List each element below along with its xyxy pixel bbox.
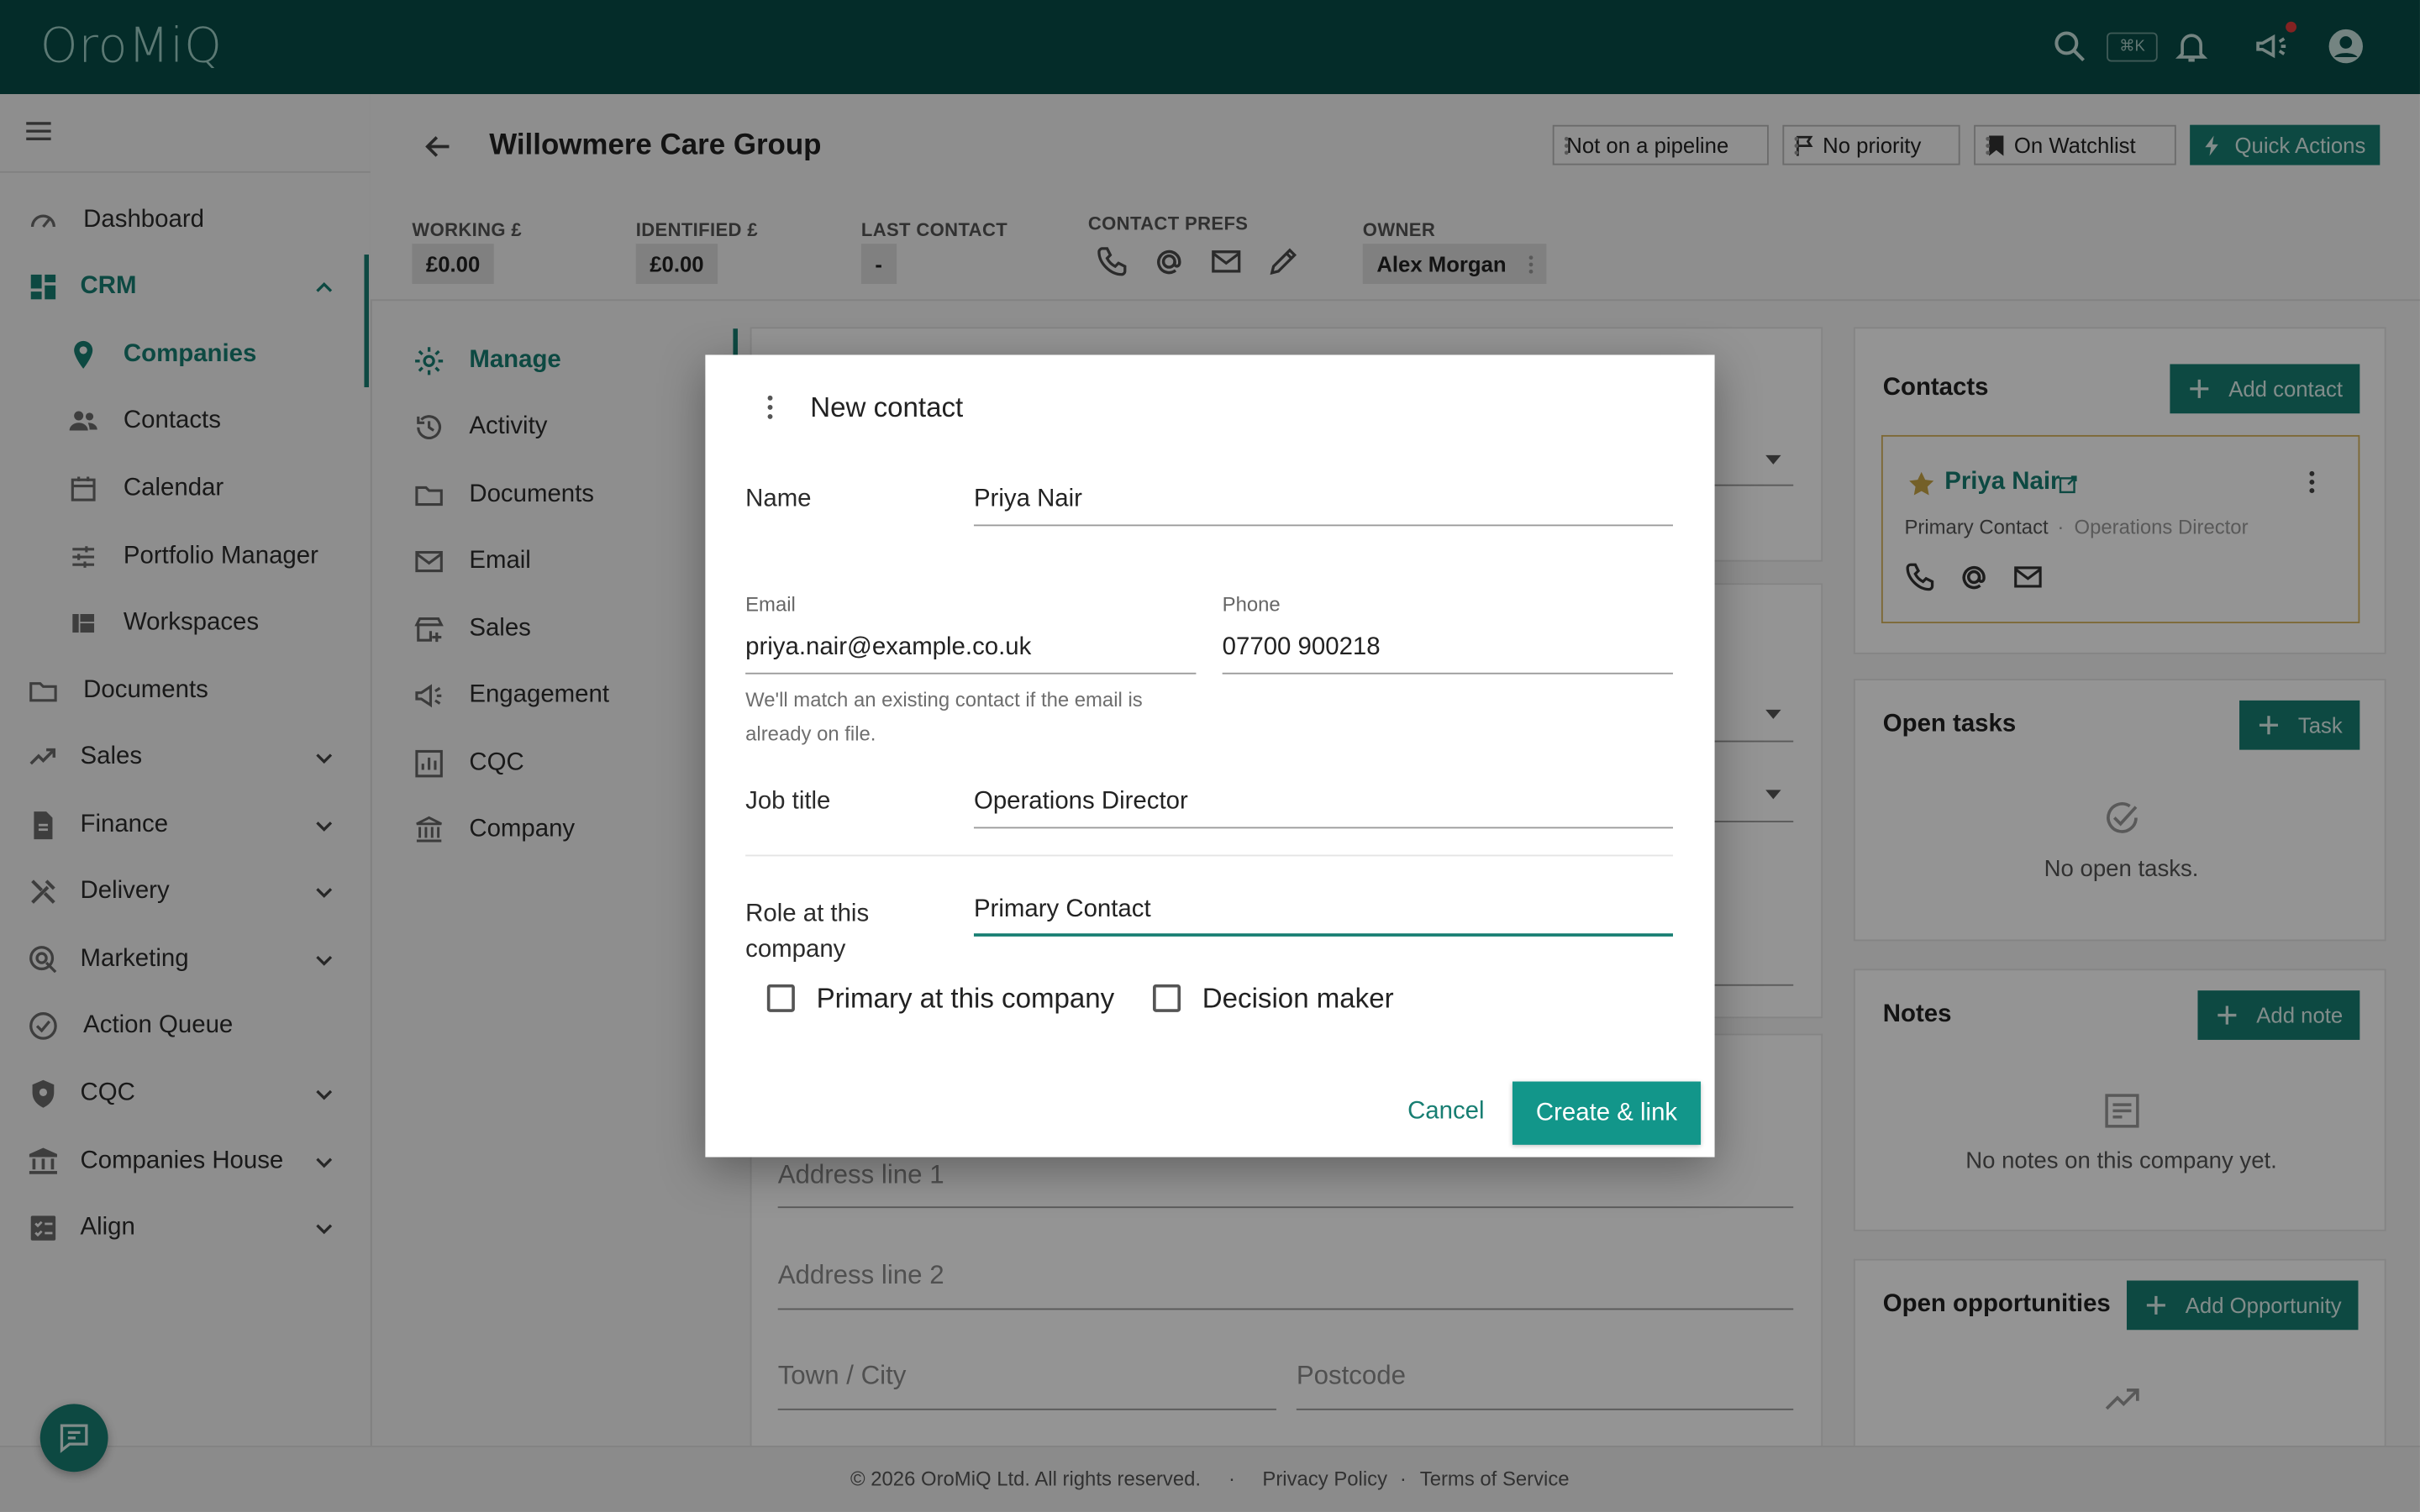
decision-maker-checkbox-label[interactable]: Decision maker — [1202, 983, 1394, 1016]
email-hint: We'll match an existing contact if the e… — [745, 684, 1143, 752]
role-label-line-1: Role at this — [745, 900, 870, 927]
role-label: Role at this company — [745, 896, 869, 967]
new-contact-dialog: New contact Name Priya Nair Email priya.… — [705, 354, 1715, 1158]
email-label: Email — [745, 592, 796, 616]
role-input[interactable]: Primary Contact — [974, 896, 1151, 924]
phone-input[interactable]: 07700 900218 — [1223, 634, 1381, 662]
dialog-title: New contact — [810, 391, 964, 423]
job-title-input[interactable]: Operations Director — [974, 789, 1188, 816]
section-divider — [745, 854, 1673, 857]
decision-maker-checkbox[interactable] — [1153, 984, 1181, 1012]
role-underline-focused — [973, 933, 1673, 937]
name-label: Name — [745, 486, 812, 512]
phone-underline — [1222, 672, 1673, 675]
primary-checkbox-label[interactable]: Primary at this company — [817, 983, 1115, 1016]
create-and-link-button[interactable]: Create & link — [1512, 1081, 1702, 1145]
job-title-label: Job title — [745, 788, 831, 815]
email-input[interactable]: priya.nair@example.co.uk — [745, 634, 1031, 662]
email-underline — [745, 672, 1197, 675]
name-underline — [973, 524, 1673, 527]
name-input[interactable]: Priya Nair — [974, 486, 1082, 514]
email-hint-line-2: already on file. — [745, 722, 876, 746]
email-hint-line-1: We'll match an existing contact if the e… — [745, 688, 1143, 711]
app-root: OroMiQ ⌘K Dashboard CRM Companies Contac… — [0, 0, 2420, 1512]
role-label-line-2: company — [745, 936, 846, 963]
phone-label: Phone — [1222, 592, 1281, 616]
primary-checkbox[interactable] — [766, 984, 795, 1012]
cancel-button[interactable]: Cancel — [1407, 1099, 1484, 1126]
job-title-underline — [973, 827, 1673, 829]
more-vert-icon[interactable] — [767, 395, 773, 419]
